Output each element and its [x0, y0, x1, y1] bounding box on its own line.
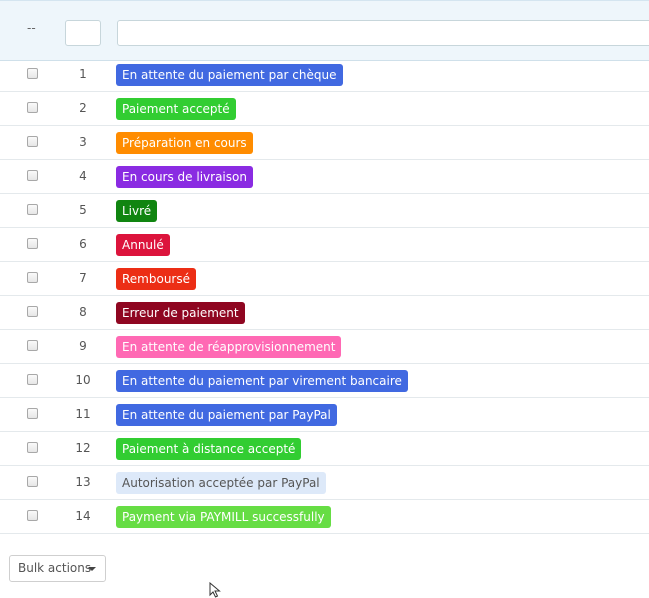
status-badge: Paiement à distance accepté	[116, 438, 302, 460]
status-badge: En attente de réapprovisionnement	[116, 336, 342, 358]
bulk-actions-label: Bulk actions	[18, 561, 92, 575]
row-id: 2	[79, 101, 87, 115]
table-row[interactable]: 10 En attente du paiement par virement ba…	[0, 364, 649, 398]
row-checkbox[interactable]	[27, 102, 38, 113]
table-row[interactable]: 7 Remboursé	[0, 262, 649, 296]
row-id: 10	[75, 373, 91, 387]
row-checkbox[interactable]	[27, 238, 38, 249]
status-badge: Erreur de paiement	[116, 302, 245, 324]
status-badge: Remboursé	[116, 268, 197, 290]
table-row[interactable]: 9 En attente de réapprovisionnement	[0, 330, 649, 364]
filter-row: --	[0, 0, 649, 61]
filter-placeholder-dash: --	[27, 21, 36, 35]
table-row[interactable]: 8 Erreur de paiement	[0, 296, 649, 330]
table-row[interactable]: 4 En cours de livraison	[0, 160, 649, 194]
status-badge: Préparation en cours	[116, 132, 253, 154]
status-badge: En attente du paiement par virement banc…	[116, 370, 408, 392]
row-id: 8	[79, 305, 87, 319]
table-row[interactable]: 5 Livré	[0, 194, 649, 228]
status-badge: Paiement accepté	[116, 98, 236, 120]
status-list: 1 En attente du paiement par chèque 2 Paiem…	[0, 58, 649, 534]
row-id: 11	[75, 407, 91, 421]
caret-down-icon	[88, 567, 96, 571]
table-row[interactable]: 14 Payment via PAYMILL successfully	[0, 500, 649, 534]
row-checkbox[interactable]	[27, 374, 38, 385]
table-row[interactable]: 3 Préparation en cours	[0, 126, 649, 160]
row-id: 9	[79, 339, 87, 353]
table-row[interactable]: 2 Paiement accepté	[0, 92, 649, 126]
row-checkbox[interactable]	[27, 408, 38, 419]
status-badge: Autorisation acceptée par PayPal	[116, 472, 326, 494]
row-id: 5	[79, 203, 87, 217]
table-row[interactable]: 11 En attente du paiement par PayPal	[0, 398, 649, 432]
status-badge: En attente du paiement par PayPal	[116, 404, 337, 426]
table-row[interactable]: 1 En attente du paiement par chèque	[0, 58, 649, 92]
row-checkbox[interactable]	[27, 340, 38, 351]
table-row[interactable]: 12 Paiement à distance accepté	[0, 432, 649, 466]
row-checkbox[interactable]	[27, 510, 38, 521]
row-checkbox[interactable]	[27, 306, 38, 317]
status-badge: Livré	[116, 200, 158, 222]
status-badge: En cours de livraison	[116, 166, 253, 188]
row-checkbox[interactable]	[27, 272, 38, 283]
row-checkbox[interactable]	[27, 442, 38, 453]
row-id: 3	[79, 135, 87, 149]
row-checkbox[interactable]	[27, 204, 38, 215]
row-id: 1	[79, 67, 87, 81]
row-id: 13	[75, 475, 91, 489]
table-row[interactable]: 13 Autorisation acceptée par PayPal	[0, 466, 649, 500]
row-id: 6	[79, 237, 87, 251]
id-filter-input[interactable]	[65, 20, 101, 46]
mouse-cursor-icon	[209, 582, 221, 598]
row-checkbox[interactable]	[27, 136, 38, 147]
row-id: 7	[79, 271, 87, 285]
row-id: 14	[75, 509, 91, 523]
row-id: 4	[79, 169, 87, 183]
row-checkbox[interactable]	[27, 68, 38, 79]
row-id: 12	[75, 441, 91, 455]
row-checkbox[interactable]	[27, 170, 38, 181]
row-checkbox[interactable]	[27, 476, 38, 487]
status-badge: Annulé	[116, 234, 170, 256]
bulk-actions-button[interactable]: Bulk actions	[9, 555, 106, 582]
table-row[interactable]: 6 Annulé	[0, 228, 649, 262]
status-badge: En attente du paiement par chèque	[116, 64, 343, 86]
name-filter-input[interactable]	[117, 20, 649, 46]
status-badge: Payment via PAYMILL successfully	[116, 506, 331, 528]
